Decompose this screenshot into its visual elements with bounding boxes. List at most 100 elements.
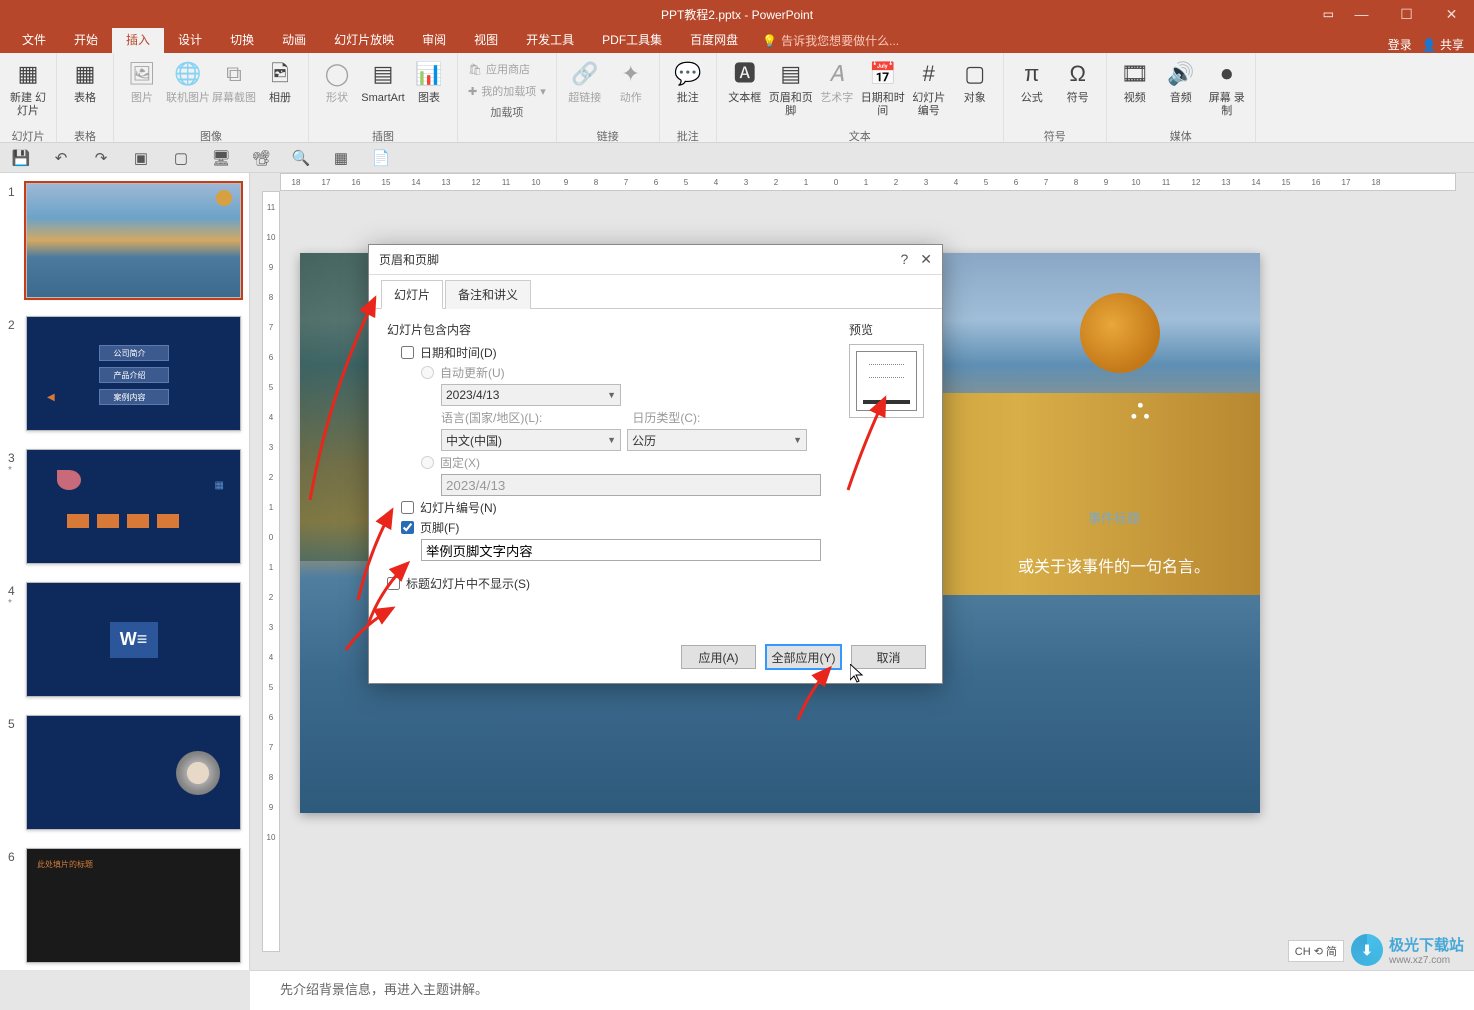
comment-button[interactable]: 💬批注 — [666, 58, 710, 126]
watermark-url: www.xz7.com — [1389, 955, 1464, 966]
language-combo[interactable]: 中文(中国)▼ — [441, 429, 621, 451]
apply-all-button[interactable]: 全部应用(Y) — [766, 645, 841, 669]
fixed-radio[interactable] — [421, 456, 434, 469]
calendar-combo[interactable]: 公历▼ — [627, 429, 807, 451]
tell-me-search[interactable]: 💡 告诉我您想要做什么... — [752, 28, 909, 53]
wordart-button[interactable]: 𝐴艺术字 — [815, 58, 859, 126]
tab-pdf[interactable]: PDF工具集 — [588, 27, 676, 53]
slide-thumbnail-pane[interactable]: 1 2 公司简介 产品介绍 案例内容 ◀ 3* ▦ — [0, 173, 250, 970]
tab-home[interactable]: 开始 — [60, 27, 112, 53]
thumb-number: 4 — [8, 582, 20, 598]
video-button[interactable]: 🎞视频 — [1113, 58, 1157, 126]
redo-icon[interactable]: ↷ — [90, 147, 112, 169]
undo-icon[interactable]: ↶ — [50, 147, 72, 169]
language-combo-value: 中文(中国) — [446, 432, 502, 449]
number-icon: # — [913, 58, 945, 90]
store-button[interactable]: 🛍应用商店 — [464, 58, 550, 80]
datetime-checkbox[interactable] — [401, 346, 414, 359]
screenrec-button[interactable]: ⏺屏幕 录制 — [1205, 58, 1249, 126]
hide-on-title-checkbox[interactable] — [387, 577, 400, 590]
qat-icon-4[interactable]: ▣ — [130, 147, 152, 169]
tab-animation[interactable]: 动画 — [268, 27, 320, 53]
chevron-down-icon: ▼ — [607, 390, 616, 400]
apply-button[interactable]: 应用(A) — [681, 645, 756, 669]
notes-pane[interactable]: 先介绍背景信息，再进入主题讲解。 — [250, 970, 1474, 1010]
footer-checkbox[interactable] — [401, 521, 414, 534]
save-icon[interactable]: 💾 — [10, 147, 32, 169]
fixed-date-input[interactable] — [441, 474, 821, 496]
action-button[interactable]: ✦动作 — [609, 58, 653, 126]
chart-icon: 📊 — [413, 58, 445, 90]
minimize-button[interactable]: — — [1339, 0, 1384, 28]
audio-button[interactable]: 🔊音频 — [1159, 58, 1203, 126]
calendar-combo-value: 公历 — [632, 432, 656, 449]
tab-design[interactable]: 设计 — [164, 27, 216, 53]
footer-text-input[interactable] — [421, 539, 821, 561]
table-icon: ▦ — [69, 58, 101, 90]
slide-thumb-1[interactable]: 1 — [0, 179, 249, 312]
album-button[interactable]: 🖻相册 — [258, 58, 302, 126]
slide-thumb-5[interactable]: 5 — [0, 711, 249, 844]
hyperlink-button[interactable]: 🔗超链接 — [563, 58, 607, 126]
tab-baidu[interactable]: 百度网盘 — [676, 27, 752, 53]
include-section-label: 幻灯片包含内容 — [387, 321, 829, 338]
footer-label: 页脚(F) — [420, 519, 459, 536]
picture-button[interactable]: 🖼图片 — [120, 58, 164, 126]
textbox-button[interactable]: 🅰文本框 — [723, 58, 767, 126]
online-picture-button[interactable]: 🌐联机图片 — [166, 58, 210, 126]
tab-insert[interactable]: 插入 — [112, 27, 164, 53]
auto-update-radio[interactable] — [421, 366, 434, 379]
tab-view[interactable]: 视图 — [460, 27, 512, 53]
signin-link[interactable]: 登录 — [1388, 36, 1412, 53]
close-button[interactable]: ✕ — [1429, 0, 1474, 28]
tab-review[interactable]: 审阅 — [408, 27, 460, 53]
slidenum-button[interactable]: #幻灯片 编号 — [907, 58, 951, 126]
new-slide-button[interactable]: ▦新建 幻灯片 — [6, 58, 50, 126]
slide-thumb-6[interactable]: 6 此处填片的标题 — [0, 844, 249, 970]
symbol-icon: Ω — [1062, 58, 1094, 90]
dialog-tab-notes[interactable]: 备注和讲义 — [445, 280, 531, 309]
tab-file[interactable]: 文件 — [8, 27, 60, 53]
maximize-button[interactable]: ☐ — [1384, 0, 1429, 28]
dialog-close-button[interactable]: ✕ — [920, 251, 932, 268]
datetime-button[interactable]: 📅日期和时间 — [861, 58, 905, 126]
ribbon: ▦新建 幻灯片 幻灯片 ▦表格 表格 🖼图片 🌐联机图片 ⧉屏幕截图 🖻相册 图… — [0, 53, 1474, 143]
slide-thumb-2[interactable]: 2 公司简介 产品介绍 案例内容 ◀ — [0, 312, 249, 445]
table-button[interactable]: ▦表格 — [63, 58, 107, 126]
thumb-item: 公司简介 — [99, 345, 169, 361]
header-footer-button[interactable]: ▤页眉和页脚 — [769, 58, 813, 126]
chart-button[interactable]: 📊图表 — [407, 58, 451, 126]
animation-indicator-icon: * — [8, 598, 20, 609]
qat-icon-7[interactable]: 📽 — [250, 147, 272, 169]
equation-button[interactable]: π公式 — [1010, 58, 1054, 126]
shapes-button[interactable]: ◯形状 — [315, 58, 359, 126]
tab-slideshow[interactable]: 幻灯片放映 — [320, 27, 408, 53]
thumb-number: 3 — [8, 449, 20, 465]
qat-icon-8[interactable]: 🔍 — [290, 147, 312, 169]
auto-update-label: 自动更新(U) — [440, 364, 505, 381]
object-button[interactable]: ▢对象 — [953, 58, 997, 126]
dialog-tab-slide[interactable]: 幻灯片 — [381, 280, 443, 309]
ribbon-options-icon[interactable]: ▭ — [1323, 7, 1334, 21]
myaddins-button[interactable]: ✚我的加载项 ▾ — [464, 80, 550, 102]
share-button[interactable]: 👤 共享 — [1422, 36, 1464, 53]
date-combo[interactable]: 2023/4/13▼ — [441, 384, 621, 406]
tell-me-placeholder: 告诉我您想要做什么... — [781, 32, 899, 49]
thumb-number: 2 — [8, 316, 20, 431]
qat-icon-10[interactable]: 📄 — [370, 147, 392, 169]
preview-box — [849, 344, 924, 418]
watermark-name: 极光下载站 — [1389, 934, 1464, 955]
screenshot-button[interactable]: ⧉屏幕截图 — [212, 58, 256, 126]
qat-icon-6[interactable]: 🖥 — [210, 147, 232, 169]
slidenum-checkbox[interactable] — [401, 501, 414, 514]
smartart-button[interactable]: ▤SmartArt — [361, 58, 405, 126]
tab-transition[interactable]: 切换 — [216, 27, 268, 53]
dialog-help-button[interactable]: ? — [900, 251, 908, 268]
qat-icon-9[interactable]: ▦ — [330, 147, 352, 169]
ime-status-chip[interactable]: CH ⟲ 简 — [1288, 940, 1344, 962]
slide-thumb-3[interactable]: 3* ▦ — [0, 445, 249, 578]
symbol-button[interactable]: Ω符号 — [1056, 58, 1100, 126]
tab-developer[interactable]: 开发工具 — [512, 27, 588, 53]
slide-thumb-4[interactable]: 4* W≡ — [0, 578, 249, 711]
qat-icon-5[interactable]: ▢ — [170, 147, 192, 169]
